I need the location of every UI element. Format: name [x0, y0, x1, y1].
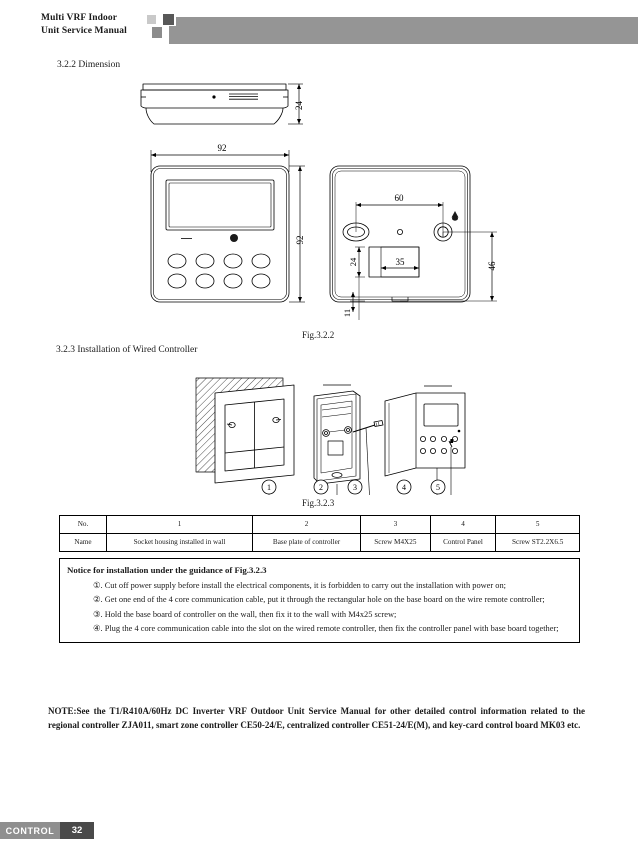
callout-5: 5: [436, 483, 440, 492]
table-cell-no-1: 1: [106, 515, 253, 534]
table-cell-no-5: 5: [495, 515, 580, 534]
callout-2: 2: [319, 483, 323, 492]
dim-label-back-rect-width: 35: [396, 257, 406, 267]
figure-caption-323: Fig.3.2.3: [302, 498, 335, 508]
footer-chapter-label: CONTROL: [0, 822, 60, 839]
table-cell-no-4: 4: [429, 515, 497, 534]
notice-item-4: ④. Plug the 4 core communication cable i…: [93, 623, 559, 633]
table-header-name: Name: [59, 533, 107, 552]
notice-item-3: ③. Hold the base board of controller on …: [93, 609, 397, 619]
table-cell-no-3: 3: [360, 515, 431, 534]
notice-box: Notice for installation under the guidan…: [59, 558, 580, 644]
table-cell-name-2: Base plate of controller: [251, 533, 362, 552]
parts-table: No. 1 2 3 4 5 Name Socket housing instal…: [59, 515, 580, 552]
figure-caption-322: Fig.3.2.2: [302, 330, 335, 340]
table-cell-name-4: Control Panel: [429, 533, 497, 552]
table-row-names: Name Socket housing installed in wall Ba…: [59, 533, 580, 552]
dim-label-back-hole-spacing: 60: [395, 193, 405, 203]
notice-item-2: ②. Get one end of the 4 core communicati…: [93, 595, 545, 605]
notice-title: Notice for installation under the guidan…: [67, 565, 267, 575]
table-cell-name-3: Screw M4X25: [360, 533, 431, 552]
footer-page-number: 32: [60, 822, 94, 839]
callout-3: 3: [353, 483, 357, 492]
dimension-drawing-fig322: 24 92 92 60 35 24 11 46: [140, 83, 497, 320]
table-cell-no-2: 2: [251, 515, 362, 534]
dim-label-side-thickness: 24: [294, 101, 304, 111]
dim-label-back-bottom-offset: 11: [342, 309, 352, 317]
callout-1: 1: [267, 483, 271, 492]
table-cell-name-1: Socket housing installed in wall: [106, 533, 253, 552]
dim-label-front-height: 92: [295, 236, 305, 245]
note-paragraph: NOTE:See the T1/R410A/60Hz DC Inverter V…: [48, 706, 585, 730]
callout-4: 4: [402, 483, 406, 492]
section-heading-installation: 3.2.3 Installation of Wired Controller: [56, 345, 198, 355]
table-row-numbers: No. 1 2 3 4 5: [59, 515, 580, 534]
table-header-no: No.: [59, 515, 107, 534]
dim-label-back-rect-offset-top: 24: [348, 257, 358, 266]
dim-label-back-right-height: 46: [487, 261, 497, 271]
table-cell-name-5: Screw ST2.2X6.5: [495, 533, 580, 552]
dim-label-front-width: 92: [218, 143, 227, 153]
notice-item-1: ①. Cut off power supply before install t…: [93, 581, 506, 591]
